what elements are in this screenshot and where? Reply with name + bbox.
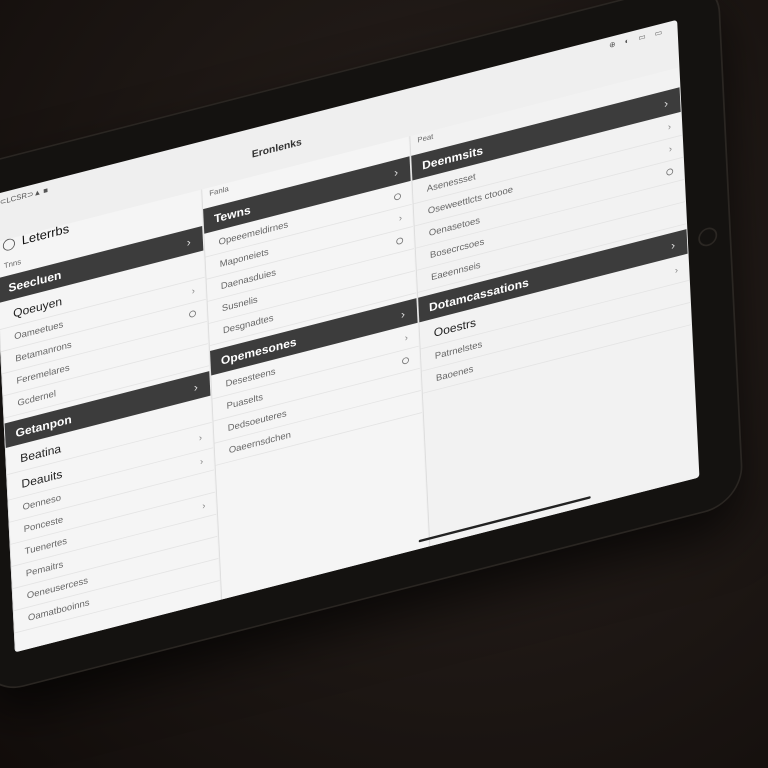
list-item-label: Susnelis [221, 294, 258, 314]
circle-icon [188, 309, 197, 319]
background: ⊂LCSR⊃▲ ■ ⊕ ◐ ▭ ▭ Eronlenks Leterrbs Tnn… [0, 0, 768, 768]
tablet-screen: ⊂LCSR⊃▲ ■ ⊕ ◐ ▭ ▭ Eronlenks Leterrbs Tnn… [0, 19, 700, 653]
tablet-device: ⊂LCSR⊃▲ ■ ⊕ ◐ ▭ ▭ Eronlenks Leterrbs Tnn… [0, 0, 743, 695]
circle-icon [401, 356, 410, 365]
circle-icon [666, 167, 674, 177]
column-caption: Tnns [3, 257, 22, 270]
list-item-label: Baoenes [435, 364, 474, 384]
chevron-right-icon: › [398, 213, 403, 224]
chevron-right-icon: › [668, 143, 673, 155]
column-caption: Fanla [209, 184, 229, 198]
chevron-right-icon: › [201, 500, 206, 512]
chevron-right-icon: › [199, 456, 204, 468]
chevron-right-icon: › [667, 121, 672, 133]
home-button[interactable] [697, 225, 718, 249]
column-detail: Peat Deenmsits › Asenessset › Oseweettlcts c… [409, 67, 699, 547]
status-icons: ⊕ ◐ ▭ ▭ [608, 26, 666, 50]
chevron-right-icon: › [674, 265, 679, 276]
chevron-right-icon: › [186, 234, 192, 249]
chevron-right-icon: › [191, 285, 196, 297]
list-item-label: Oenneso [22, 492, 62, 513]
column-primary: Leterrbs Tnns Seecluen › Qoeuyen Oameetues ›… [0, 189, 221, 653]
column-secondary: Fanla Tewns › Opeeemeldirnes Maponeiets › Dae… [201, 136, 429, 600]
circle-icon [396, 236, 404, 246]
chevron-right-icon: › [193, 379, 199, 395]
list: Tewns › Opeeemeldirnes Maponeiets › Daenasdui… [203, 156, 423, 466]
chevron-right-icon: › [404, 332, 409, 344]
chevron-right-icon: › [670, 237, 676, 253]
list-item-label: Puaselts [226, 392, 264, 412]
column-caption: Peat [417, 131, 434, 145]
chevron-right-icon: › [198, 432, 203, 444]
circle-icon [393, 192, 402, 201]
chevron-right-icon: › [663, 96, 669, 111]
chevron-right-icon: › [393, 165, 399, 180]
circle-icon[interactable] [2, 237, 16, 252]
list-item-label: Beatina [19, 441, 62, 466]
status-left: ⊂LCSR⊃▲ ■ [0, 185, 49, 207]
list-item-label: Gcdernel [17, 388, 57, 409]
chevron-right-icon: › [400, 306, 406, 322]
list-item-label: Pemaitrs [25, 559, 64, 579]
list: Seecluen › Qoeuyen Oameetues › Betamanrons Fer… [0, 225, 220, 634]
list-item-label: Deauits [21, 466, 63, 491]
section-title: Tewns [213, 202, 251, 226]
